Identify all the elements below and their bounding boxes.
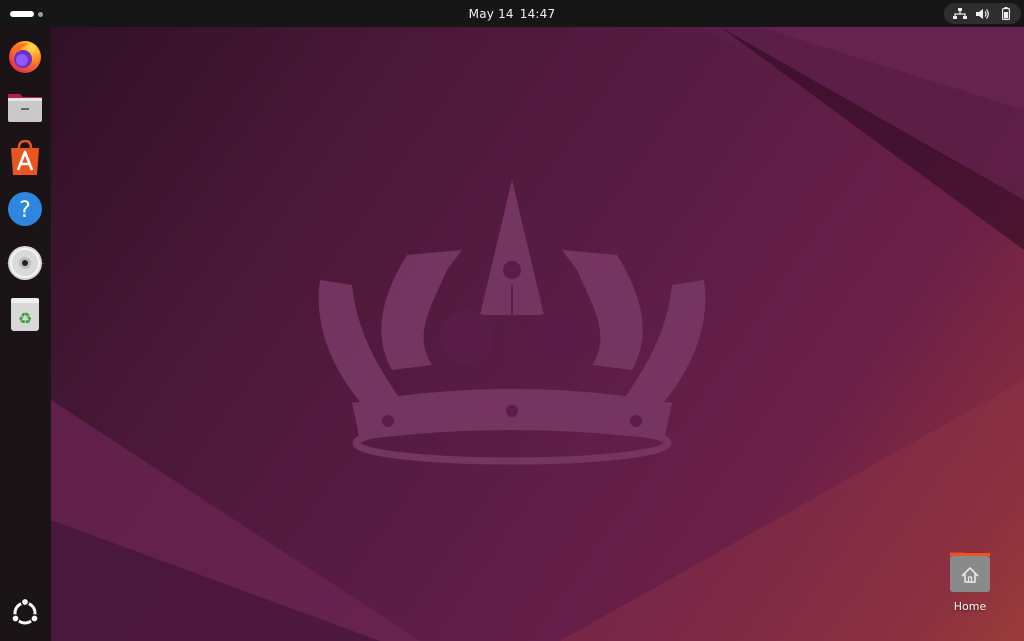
- firefox-launcher[interactable]: [5, 36, 45, 76]
- dock: ? ♻: [0, 27, 51, 641]
- clock: May 14 14:47: [0, 0, 1024, 27]
- files-launcher[interactable]: [5, 87, 45, 127]
- home-folder-icon: [950, 552, 990, 592]
- disc-launcher[interactable]: [5, 243, 45, 283]
- desktop-wallpaper: [0, 0, 1024, 641]
- help-icon: ?: [8, 192, 42, 226]
- time-label[interactable]: 14:47: [517, 7, 559, 21]
- help-launcher[interactable]: ?: [5, 189, 45, 229]
- workspace-indicator-inactive[interactable]: [38, 12, 43, 17]
- show-apps-button[interactable]: [5, 593, 45, 633]
- svg-text:♻: ♻: [18, 309, 32, 328]
- system-tray[interactable]: [944, 3, 1021, 24]
- firefox-icon: [9, 41, 41, 73]
- disc-icon: [8, 246, 42, 280]
- ubuntu-logo-icon: [11, 598, 39, 625]
- home-desktop-label: Home: [953, 600, 987, 613]
- app-center-icon: [11, 140, 39, 175]
- date-label[interactable]: May 14: [466, 7, 517, 21]
- network-icon: [952, 6, 968, 22]
- home-desktop-icon[interactable]: Home: [942, 548, 998, 620]
- trash-launcher[interactable]: ♻: [5, 294, 45, 334]
- volume-icon: [975, 6, 991, 22]
- workspace-indicator-active[interactable]: [10, 11, 34, 17]
- trash-icon: ♻: [11, 298, 39, 331]
- svg-text:?: ?: [19, 198, 31, 223]
- app-center-launcher[interactable]: [5, 138, 45, 178]
- files-icon: [8, 94, 42, 122]
- top-bar: May 14 14:47: [0, 0, 1024, 27]
- battery-icon: [998, 6, 1014, 22]
- crown-emblem: [318, 180, 706, 465]
